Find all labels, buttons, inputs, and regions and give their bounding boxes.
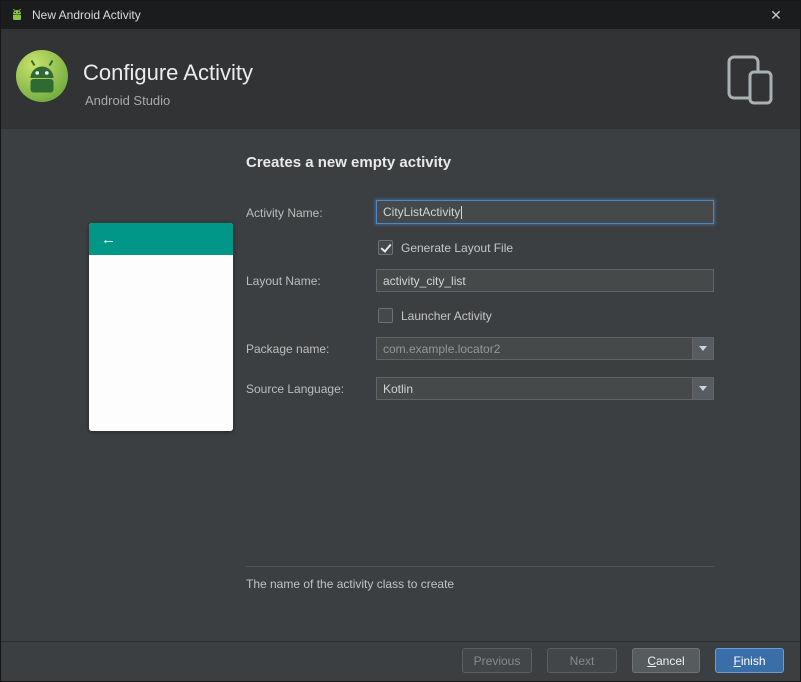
- wizard-content: Creates a new empty activity ← Activity …: [1, 129, 800, 641]
- page-title: Creates a new empty activity: [246, 154, 452, 171]
- activity-name-label: Activity Name:: [246, 206, 323, 220]
- activity-name-value: CityListActivity: [383, 205, 461, 219]
- finish-button[interactable]: Finish: [715, 648, 784, 673]
- cancel-button[interactable]: Cancel: [632, 648, 700, 673]
- layout-name-label: Layout Name:: [246, 274, 321, 288]
- previous-button[interactable]: Previous: [462, 648, 532, 673]
- generate-layout-label: Generate Layout File: [401, 241, 514, 255]
- android-studio-logo: [16, 50, 68, 102]
- chevron-down-icon[interactable]: [692, 378, 713, 399]
- activity-name-input[interactable]: CityListActivity: [376, 200, 714, 224]
- window-title: New Android Activity: [32, 8, 141, 22]
- device-preview-icon: [727, 55, 773, 105]
- close-icon[interactable]: ✕: [762, 1, 790, 29]
- source-language-label: Source Language:: [246, 382, 345, 396]
- chevron-down-icon[interactable]: [692, 338, 713, 359]
- activity-preview-thumbnail: ←: [89, 223, 233, 431]
- title-bar: New Android Activity ✕: [1, 1, 800, 29]
- wizard-subtitle: Android Studio: [85, 93, 171, 108]
- launcher-activity-checkbox[interactable]: [378, 308, 393, 323]
- package-name-value: com.example.locator2: [383, 341, 501, 356]
- source-language-value: Kotlin: [383, 381, 414, 396]
- generate-layout-checkbox[interactable]: [378, 240, 393, 255]
- next-button[interactable]: Next: [547, 648, 617, 673]
- hint-divider: [246, 566, 714, 567]
- android-icon: [13, 8, 21, 20]
- package-name-combobox[interactable]: com.example.locator2: [376, 337, 714, 360]
- new-android-activity-dialog: New Android Activity ✕ Configure Activit…: [0, 0, 801, 682]
- wizard-title: Configure Activity: [83, 60, 253, 85]
- hint-text: The name of the activity class to create: [246, 577, 455, 591]
- launcher-activity-label: Launcher Activity: [401, 309, 492, 323]
- button-bar: Previous Next Cancel Finish: [1, 641, 800, 681]
- package-name-label: Package name:: [246, 342, 330, 356]
- wizard-header: Configure Activity Android Studio: [1, 29, 800, 129]
- layout-name-value: activity_city_list: [383, 273, 466, 288]
- back-arrow-icon: ←: [101, 230, 116, 248]
- source-language-dropdown[interactable]: Kotlin: [376, 377, 714, 400]
- preview-appbar: ←: [89, 223, 233, 255]
- text-caret: [461, 205, 463, 219]
- layout-name-input[interactable]: activity_city_list: [376, 269, 714, 292]
- preview-body: [89, 255, 233, 431]
